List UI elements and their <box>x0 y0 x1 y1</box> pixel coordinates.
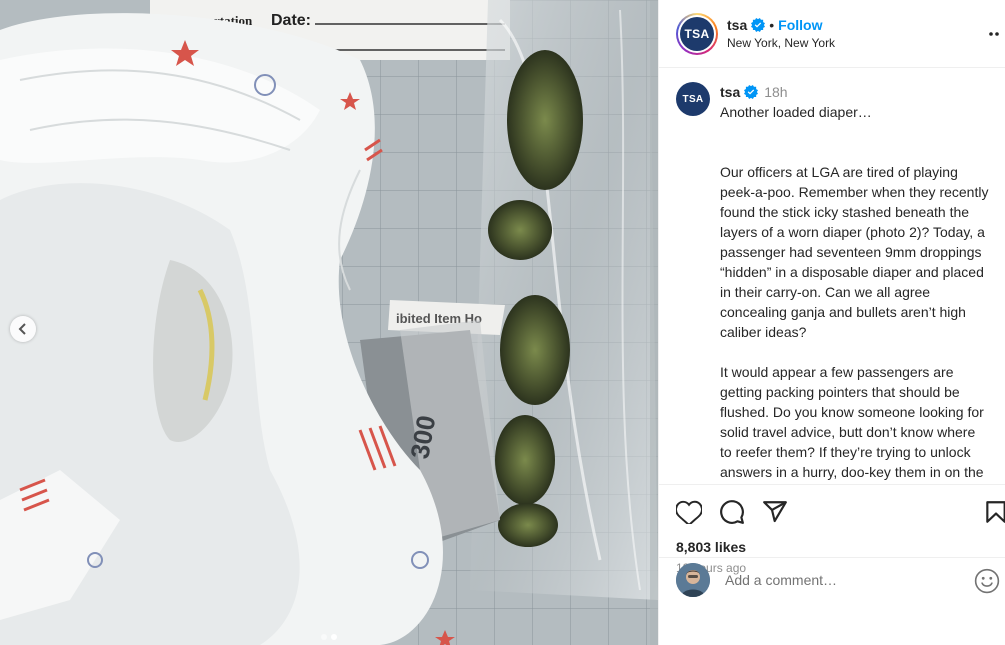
carousel-dot-active <box>331 634 337 640</box>
comment-icon[interactable] <box>719 499 745 525</box>
photo-form-date: Date: <box>271 12 311 29</box>
heart-icon[interactable] <box>676 499 702 525</box>
author-avatar[interactable]: TSA <box>676 12 718 55</box>
follow-button[interactable]: Follow <box>778 17 822 33</box>
carousel-dot <box>321 634 327 640</box>
caption-line-1: Another loaded diaper… <box>720 104 872 120</box>
avatar-inner: TSA <box>678 14 716 53</box>
likes-count[interactable]: 8,803 likes <box>676 539 1005 555</box>
action-icons <box>676 499 1005 525</box>
post-photo: Transportation Date: Time: ibited Item H… <box>0 0 658 645</box>
caption-time[interactable]: 18h <box>764 82 787 102</box>
post-media: Transportation Date: Time: ibited Item H… <box>0 0 658 645</box>
tsa-logo-small: TSA <box>676 82 710 116</box>
comment-input[interactable] <box>725 571 955 588</box>
post-header: TSA tsa • Follow New York, New York <box>659 0 1005 68</box>
post-actions: 8,803 likes 18 hours ago <box>659 484 1005 601</box>
verified-badge-icon <box>744 85 759 99</box>
caption-username[interactable]: tsa <box>720 82 740 102</box>
carousel-indicator <box>0 634 658 640</box>
instagram-post: Transportation Date: Time: ibited Item H… <box>0 0 1005 645</box>
chevron-left-icon <box>18 323 26 335</box>
header-text: tsa • Follow New York, New York <box>727 17 835 50</box>
tsa-logo: TSA <box>680 16 714 51</box>
caption-avatar[interactable]: TSA <box>676 82 710 116</box>
caption-area: TSA tsa 18h Another loaded diaper… Our o… <box>659 68 1005 484</box>
emoji-icon[interactable] <box>974 568 1000 594</box>
caption-meta: tsa 18h <box>720 82 990 102</box>
verified-badge-icon <box>751 18 766 32</box>
more-options-icon[interactable] <box>987 24 1001 44</box>
post-location[interactable]: New York, New York <box>727 36 835 50</box>
carousel-prev-button[interactable] <box>10 316 36 342</box>
caption-body: tsa 18h Another loaded diaper… Our offic… <box>720 82 990 484</box>
current-user-avatar[interactable] <box>676 562 710 597</box>
comment-bar <box>659 557 1005 601</box>
caption-paragraph-3: It would appear a few passengers are get… <box>720 364 984 480</box>
post-side-panel: TSA tsa • Follow New York, New York TSA … <box>658 0 1005 645</box>
header-separator: • <box>769 17 775 33</box>
bookmark-icon[interactable] <box>983 499 1005 525</box>
header-row: tsa • Follow <box>727 17 835 33</box>
share-icon[interactable] <box>762 499 788 525</box>
author-username[interactable]: tsa <box>727 17 747 33</box>
caption-paragraph-2: Our officers at LGA are tired of playing… <box>720 164 993 340</box>
